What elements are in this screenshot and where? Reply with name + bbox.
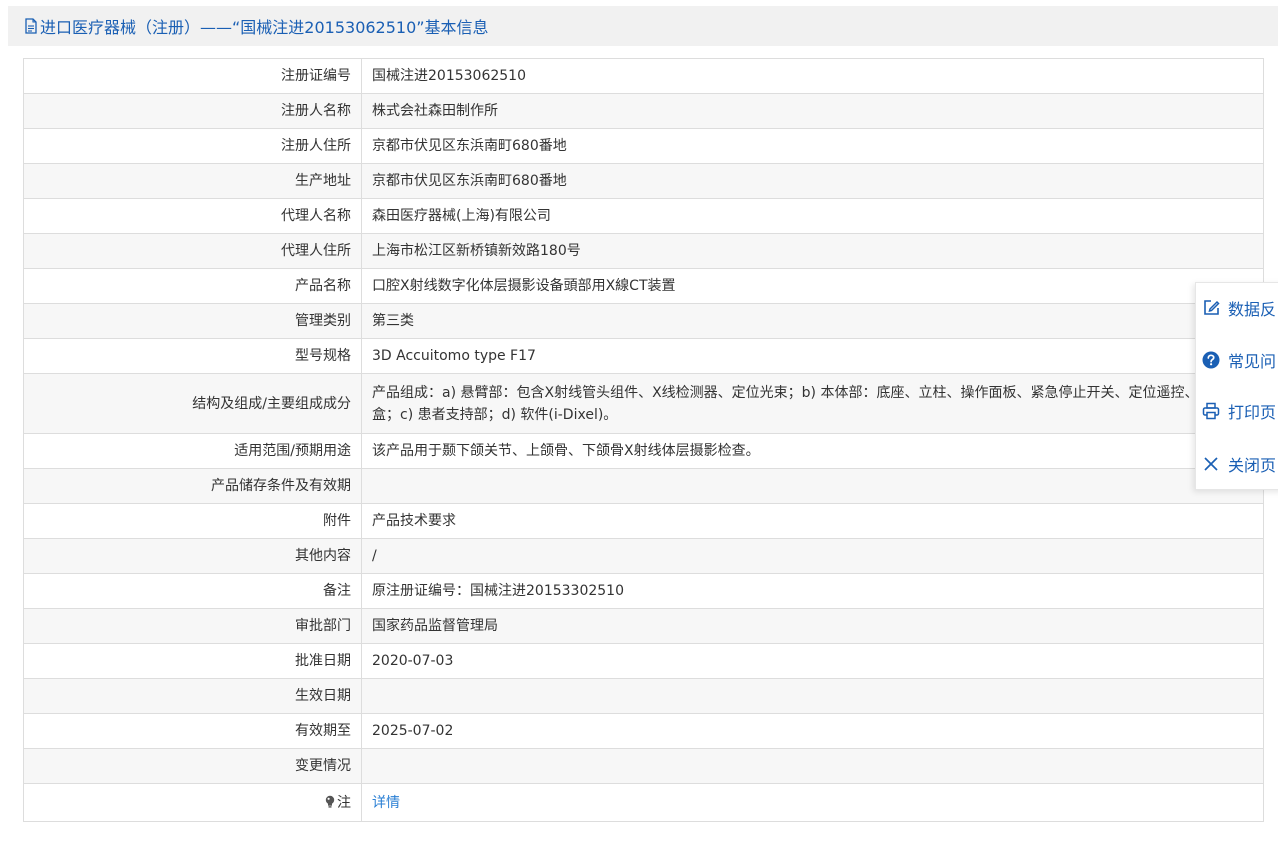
row-label: 注册人名称 xyxy=(23,93,362,129)
table-row: 产品名称 口腔X射线数字化体层摄影设备頭部用X線CT装置 xyxy=(23,268,1264,304)
faq-label: 常见问 xyxy=(1228,352,1277,371)
table-row: 有效期至 2025-07-02 xyxy=(23,713,1264,749)
note-label: 注 xyxy=(337,794,351,811)
feedback-label: 数据反 xyxy=(1228,300,1277,319)
row-value: 口腔X射线数字化体层摄影设备頭部用X線CT装置 xyxy=(361,268,1264,304)
row-value: 株式会社森田制作所 xyxy=(361,93,1264,129)
table-row: 代理人名称 森田医疗器械(上海)有限公司 xyxy=(23,198,1264,234)
row-label: 管理类别 xyxy=(23,303,362,339)
close-page-label: 关闭页 xyxy=(1228,456,1277,475)
row-label: 审批部门 xyxy=(23,608,362,644)
table-row: 备注 原注册证编号：国械注进20153302510 xyxy=(23,573,1264,609)
table-row: 适用范围/预期用途 该产品用于颞下颌关节、上颌骨、下颌骨X射线体层摄影检查。 xyxy=(23,433,1264,469)
question-icon xyxy=(1202,351,1220,369)
table-row: 代理人住所 上海市松江区新桥镇新效路180号 xyxy=(23,233,1264,269)
row-label: 变更情况 xyxy=(23,748,362,784)
print-label: 打印页 xyxy=(1228,403,1277,422)
page: 进口医疗器械（注册）——“国械注进20153062510”基本信息 注册证编号 … xyxy=(0,0,1278,851)
row-value: 详情 xyxy=(361,783,1264,822)
table-row: 管理类别 第三类 xyxy=(23,303,1264,339)
row-label: 产品储存条件及有效期 xyxy=(23,468,362,504)
lightbulb-icon xyxy=(325,795,335,808)
faq-button[interactable]: 常见问 xyxy=(1196,347,1278,373)
row-value: 产品技术要求 xyxy=(361,503,1264,539)
row-label: 注册人住所 xyxy=(23,128,362,164)
table-row: 结构及组成/主要组成成分 产品组成：a) 悬臂部：包含X射线管头组件、X线检测器… xyxy=(23,373,1264,434)
row-label: 有效期至 xyxy=(23,713,362,749)
row-label: 代理人住所 xyxy=(23,233,362,269)
row-value: 第三类 xyxy=(361,303,1264,339)
row-value: / xyxy=(361,538,1264,574)
row-label: 适用范围/预期用途 xyxy=(23,433,362,469)
row-label: 结构及组成/主要组成成分 xyxy=(23,373,362,434)
info-table: 注册证编号 国械注进20153062510 注册人名称 株式会社森田制作所 注册… xyxy=(23,58,1264,822)
details-link[interactable]: 详情 xyxy=(372,795,400,811)
table-row: 生产地址 京都市伏见区东浜南町680番地 xyxy=(23,163,1264,199)
feedback-button[interactable]: 数据反 xyxy=(1196,295,1278,321)
row-value: 2020-07-03 xyxy=(361,643,1264,679)
row-value: 京都市伏见区东浜南町680番地 xyxy=(361,163,1264,199)
row-value: 2025-07-02 xyxy=(361,713,1264,749)
print-button[interactable]: 打印页 xyxy=(1196,398,1278,424)
table-row: 型号规格 3D Accuitomo type F17 xyxy=(23,338,1264,374)
table-row: 注册人名称 株式会社森田制作所 xyxy=(23,93,1264,129)
table-row: 附件 产品技术要求 xyxy=(23,503,1264,539)
row-label: 备注 xyxy=(23,573,362,609)
side-panel: 数据反 常见问 打印页 关闭页 xyxy=(1195,282,1278,490)
row-value: 上海市松江区新桥镇新效路180号 xyxy=(361,233,1264,269)
note-label-cell: 注 xyxy=(23,783,362,822)
row-value: 产品组成：a) 悬臂部：包含X射线管头组件、X线检测器、定位光束；b) 本体部：… xyxy=(361,373,1264,434)
row-label: 其他内容 xyxy=(23,538,362,574)
table-row: 变更情况 xyxy=(23,748,1264,784)
row-value: 国家药品监督管理局 xyxy=(361,608,1264,644)
row-value xyxy=(361,748,1264,784)
row-label: 附件 xyxy=(23,503,362,539)
row-value: 京都市伏见区东浜南町680番地 xyxy=(361,128,1264,164)
row-value xyxy=(361,468,1264,504)
row-value: 国械注进20153062510 xyxy=(361,58,1264,94)
print-icon xyxy=(1202,402,1220,420)
close-icon xyxy=(1204,457,1218,471)
table-row: 产品储存条件及有效期 xyxy=(23,468,1264,504)
row-label: 生产地址 xyxy=(23,163,362,199)
table-row: 注册证编号 国械注进20153062510 xyxy=(23,58,1264,94)
table-row: 注册人住所 京都市伏见区东浜南町680番地 xyxy=(23,128,1264,164)
page-header: 进口医疗器械（注册）——“国械注进20153062510”基本信息 xyxy=(8,6,1278,46)
close-page-button[interactable]: 关闭页 xyxy=(1196,451,1278,477)
row-value: 3D Accuitomo type F17 xyxy=(361,338,1264,374)
row-value: 森田医疗器械(上海)有限公司 xyxy=(361,198,1264,234)
row-value xyxy=(361,678,1264,714)
table-row: 注 详情 xyxy=(23,783,1264,822)
row-label: 产品名称 xyxy=(23,268,362,304)
table-row: 其他内容 / xyxy=(23,538,1264,574)
table-row: 批准日期 2020-07-03 xyxy=(23,643,1264,679)
document-icon xyxy=(25,18,37,34)
row-label: 注册证编号 xyxy=(23,58,362,94)
row-label: 批准日期 xyxy=(23,643,362,679)
row-label: 型号规格 xyxy=(23,338,362,374)
table-row: 生效日期 xyxy=(23,678,1264,714)
row-value: 该产品用于颞下颌关节、上颌骨、下颌骨X射线体层摄影检查。 xyxy=(361,433,1264,469)
row-label: 生效日期 xyxy=(23,678,362,714)
row-value: 原注册证编号：国械注进20153302510 xyxy=(361,573,1264,609)
row-label: 代理人名称 xyxy=(23,198,362,234)
content-area: 注册证编号 国械注进20153062510 注册人名称 株式会社森田制作所 注册… xyxy=(8,46,1278,851)
page-title: 进口医疗器械（注册）——“国械注进20153062510”基本信息 xyxy=(40,18,489,37)
edit-icon xyxy=(1204,300,1220,315)
table-row: 审批部门 国家药品监督管理局 xyxy=(23,608,1264,644)
